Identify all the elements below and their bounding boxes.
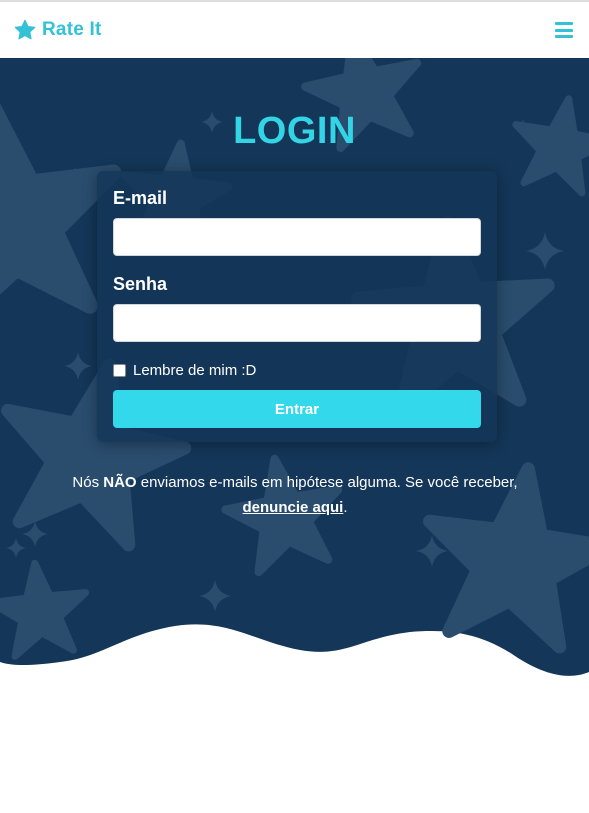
- notice-suffix: .: [343, 499, 348, 516]
- brand-text: Rate It: [42, 19, 102, 40]
- hamburger-menu-icon[interactable]: [553, 20, 575, 40]
- login-form: E-mail Senha Lembre de mim :D Entrar: [97, 171, 497, 442]
- brand-link[interactable]: Rate It: [14, 19, 101, 41]
- submit-button[interactable]: Entrar: [113, 390, 481, 428]
- remember-checkbox[interactable]: [113, 364, 126, 377]
- password-field[interactable]: [113, 304, 481, 342]
- email-field[interactable]: [113, 218, 481, 256]
- login-title: LOGIN: [233, 110, 356, 152]
- remember-label: Lembre de mim :D: [133, 362, 257, 379]
- remember-me[interactable]: Lembre de mim :D: [113, 362, 256, 379]
- notice-text: Nós NÃO enviamos e-mails em hipótese alg…: [70, 470, 520, 520]
- star-icon: [14, 19, 36, 40]
- navbar: Rate It: [0, 2, 589, 58]
- notice-strong: NÃO: [103, 474, 137, 491]
- notice-middle: enviamos e-mails em hipótese alguma. Se …: [136, 474, 518, 491]
- notice-prefix: Nós: [72, 474, 104, 491]
- password-label: Senha: [113, 274, 168, 294]
- email-label: E-mail: [113, 188, 168, 208]
- report-link[interactable]: denuncie aqui: [242, 499, 343, 516]
